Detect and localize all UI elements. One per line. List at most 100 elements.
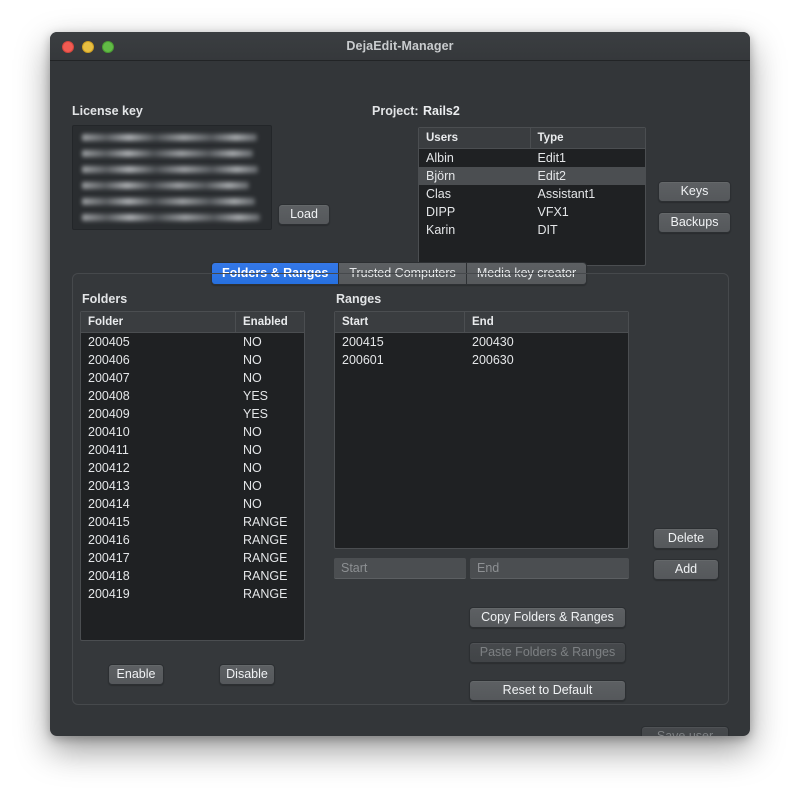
table-cell: NO: [243, 479, 262, 493]
ranges-table-body: 200415 200430 200601 200630: [335, 333, 628, 369]
table-cell: 200412: [88, 461, 130, 475]
project-label: Project:: [372, 104, 419, 118]
table-row[interactable]: Clas Assistant1: [419, 185, 645, 203]
table-cell: Albin: [426, 151, 454, 165]
obscured-license-line: [82, 134, 257, 141]
window-title: DejaEdit-Manager: [346, 39, 454, 53]
folders-table-body: 200405 NO 200406 NO 200407 NO 200408 YES 200409 Y…: [81, 333, 304, 603]
table-row[interactable]: 200415 200430: [335, 333, 628, 351]
table-cell: 200601: [342, 353, 384, 367]
license-key-field[interactable]: [72, 125, 272, 230]
table-row[interactable]: 200417 RANGE: [81, 549, 304, 567]
table-cell: 200413: [88, 479, 130, 493]
folders-table[interactable]: Folder Enabled 200405 NO 200406 NO 200407 NO 2…: [80, 311, 305, 641]
backups-button[interactable]: Backups: [658, 212, 731, 233]
table-row[interactable]: 200407 NO: [81, 369, 304, 387]
table-cell: 200409: [88, 407, 130, 421]
table-row[interactable]: DIPP VFX1: [419, 203, 645, 221]
obscured-license-line: [82, 182, 250, 189]
table-cell: DIT: [537, 223, 558, 237]
table-cell: 200419: [88, 587, 130, 601]
folders-table-header: Folder Enabled: [81, 312, 304, 333]
reset-to-default-button[interactable]: Reset to Default: [469, 680, 626, 701]
table-row[interactable]: 200410 NO: [81, 423, 304, 441]
table-cell: Clas: [426, 187, 452, 201]
table-cell: RANGE: [243, 515, 288, 529]
table-row[interactable]: 200412 NO: [81, 459, 304, 477]
title-bar: DejaEdit-Manager: [50, 32, 750, 61]
range-end-input[interactable]: [470, 558, 629, 579]
column-header-enabled[interactable]: Enabled: [236, 312, 304, 332]
obscured-license-line: [82, 198, 255, 205]
table-cell: 200417: [88, 551, 130, 565]
table-row[interactable]: 200415 RANGE: [81, 513, 304, 531]
table-cell: 200405: [88, 335, 130, 349]
table-cell: NO: [243, 461, 262, 475]
obscured-license-line: [82, 150, 253, 157]
table-cell: 200416: [88, 533, 130, 547]
keys-button[interactable]: Keys: [658, 181, 731, 202]
table-row[interactable]: Björn Edit2: [419, 167, 645, 185]
copy-folders-ranges-button[interactable]: Copy Folders & Ranges: [469, 607, 626, 628]
save-user-button: Save user: [641, 726, 729, 736]
users-table-body: Albin Edit1 Björn Edit2 Clas Assistant1 DIPP VF…: [419, 149, 645, 239]
table-row[interactable]: 200405 NO: [81, 333, 304, 351]
table-cell: YES: [243, 389, 269, 403]
table-row[interactable]: Karin DIT: [419, 221, 645, 239]
range-start-input[interactable]: [334, 558, 466, 579]
app-window: DejaEdit-Manager License key Load Projec…: [50, 32, 750, 736]
column-header-end[interactable]: End: [465, 312, 628, 332]
table-row[interactable]: 200419 RANGE: [81, 585, 304, 603]
table-cell: RANGE: [243, 569, 288, 583]
disable-button[interactable]: Disable: [219, 664, 275, 685]
table-row[interactable]: 200414 NO: [81, 495, 304, 513]
table-row[interactable]: Albin Edit1: [419, 149, 645, 167]
table-cell: NO: [243, 335, 262, 349]
table-cell: RANGE: [243, 533, 288, 547]
table-row[interactable]: 200411 NO: [81, 441, 304, 459]
enable-button[interactable]: Enable: [108, 664, 164, 685]
column-header-folder[interactable]: Folder: [81, 312, 236, 332]
table-cell: 200415: [342, 335, 384, 349]
obscured-license-line: [82, 166, 259, 173]
table-row[interactable]: 200406 NO: [81, 351, 304, 369]
table-cell: RANGE: [243, 551, 288, 565]
window-content: License key Load Project: Rails2 Users T…: [50, 61, 750, 736]
table-cell: YES: [243, 407, 269, 421]
project-name: Rails2: [423, 104, 460, 118]
ranges-table[interactable]: Start End 200415 200430 200601 200630: [334, 311, 629, 549]
table-row[interactable]: 200416 RANGE: [81, 531, 304, 549]
table-cell: NO: [243, 371, 262, 385]
column-header-start[interactable]: Start: [335, 312, 465, 332]
table-cell: Edit2: [537, 169, 567, 183]
table-cell: 200414: [88, 497, 130, 511]
table-cell: NO: [243, 425, 262, 439]
ranges-table-header: Start End: [335, 312, 628, 333]
column-header-type[interactable]: Type: [531, 128, 645, 148]
table-cell: RANGE: [243, 587, 288, 601]
folders-heading: Folders: [82, 292, 128, 306]
table-row[interactable]: 200601 200630: [335, 351, 628, 369]
table-row[interactable]: 200408 YES: [81, 387, 304, 405]
table-cell: 200408: [88, 389, 130, 403]
table-cell: 200630: [472, 353, 514, 367]
column-header-users[interactable]: Users: [419, 128, 531, 148]
obscured-license-line: [82, 214, 261, 221]
table-cell: NO: [243, 443, 262, 457]
table-row[interactable]: 200418 RANGE: [81, 567, 304, 585]
delete-range-button[interactable]: Delete: [653, 528, 719, 549]
table-cell: DIPP: [426, 205, 456, 219]
table-cell: Assistant1: [537, 187, 596, 201]
add-range-button[interactable]: Add: [653, 559, 719, 580]
load-button[interactable]: Load: [278, 204, 330, 225]
paste-folders-ranges-button: Paste Folders & Ranges: [469, 642, 626, 663]
table-cell: 200418: [88, 569, 130, 583]
table-row[interactable]: 200409 YES: [81, 405, 304, 423]
table-cell: NO: [243, 497, 262, 511]
table-cell: VFX1: [537, 205, 569, 219]
table-cell: 200407: [88, 371, 130, 385]
users-table-header: Users Type: [419, 128, 645, 149]
table-cell: 200415: [88, 515, 130, 529]
table-row[interactable]: 200413 NO: [81, 477, 304, 495]
users-table[interactable]: Users Type Albin Edit1 Björn Edit2 Clas Assis…: [418, 127, 646, 266]
